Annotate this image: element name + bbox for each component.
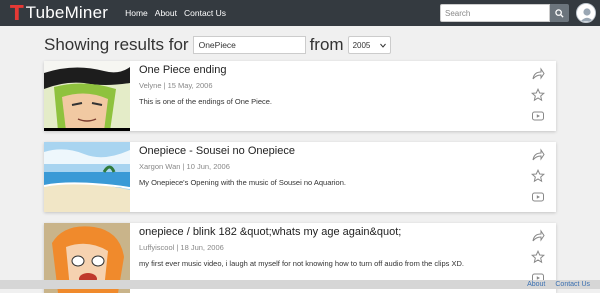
video-meta: Velyne | 15 May, 2006 — [139, 81, 213, 90]
video-title[interactable]: onepiece / blink 182 &quot;whats my age … — [139, 226, 401, 238]
video-thumbnail[interactable] — [44, 142, 130, 212]
share-icon[interactable] — [531, 67, 545, 81]
nav-about[interactable]: About — [155, 8, 177, 18]
video-description: my first ever music video, i laugh at my… — [139, 259, 465, 268]
video-title[interactable]: Onepiece - Sousei no Onepiece — [139, 145, 295, 157]
star-icon[interactable] — [531, 88, 545, 102]
video-meta: Xargon Wan | 10 Jun, 2006 — [139, 162, 230, 171]
logo[interactable]: T TubeMiner — [10, 0, 108, 26]
share-icon[interactable] — [531, 229, 545, 243]
search-bar — [440, 4, 569, 22]
play-icon[interactable] — [531, 190, 545, 204]
footer: About Contact Us — [0, 280, 600, 289]
navbar: T TubeMiner Home About Contact Us — [0, 0, 600, 26]
video-card[interactable]: Onepiece - Sousei no Onepiece Xargon Wan… — [44, 142, 556, 212]
query-input[interactable]: OnePiece — [192, 36, 306, 54]
user-icon — [577, 4, 595, 22]
star-icon[interactable] — [531, 250, 545, 264]
chevron-down-icon — [379, 43, 386, 48]
nav-contact-us[interactable]: Contact Us — [184, 8, 226, 18]
share-icon[interactable] — [531, 148, 545, 162]
query-value: OnePiece — [198, 40, 236, 50]
search-button[interactable] — [550, 4, 569, 22]
brand-name: TubeMiner — [25, 3, 109, 22]
search-input[interactable] — [440, 4, 550, 22]
results-prefix: Showing results for — [44, 35, 189, 54]
nav-home[interactable]: Home — [125, 8, 148, 18]
nav-links: Home About Contact Us — [118, 8, 226, 18]
user-avatar[interactable] — [576, 3, 596, 23]
video-actions — [531, 67, 545, 130]
star-icon[interactable] — [531, 169, 545, 183]
video-actions — [531, 148, 545, 211]
search-icon — [555, 8, 564, 18]
video-card[interactable]: One Piece ending Velyne | 15 May, 2006 T… — [44, 61, 556, 131]
video-meta: Luffyiscool | 18 Jun, 2006 — [139, 243, 224, 252]
video-description: This is one of the endings of One Piece. — [139, 97, 272, 106]
video-description: My Onepiece's Opening with the music of … — [139, 178, 346, 187]
year-select[interactable]: 2005 — [347, 36, 391, 54]
footer-about-link[interactable]: About — [527, 281, 545, 288]
video-thumbnail[interactable] — [44, 61, 130, 131]
from-label: from — [309, 35, 344, 54]
results-header: Showing results for OnePiece from 2005 — [44, 35, 391, 55]
year-value: 2005 — [352, 40, 371, 50]
logo-mark: T — [10, 1, 24, 25]
video-title[interactable]: One Piece ending — [139, 64, 226, 76]
footer-contact-us-link[interactable]: Contact Us — [555, 281, 590, 288]
play-icon[interactable] — [531, 109, 545, 123]
